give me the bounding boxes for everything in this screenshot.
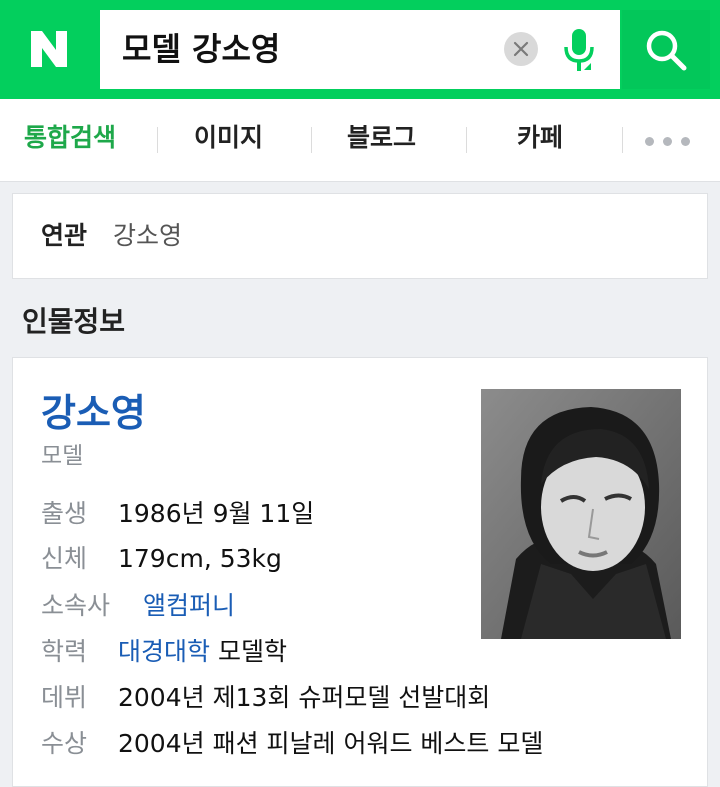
clear-icon[interactable] bbox=[504, 32, 538, 66]
info-value: 2004년 패션 피날레 어워드 베스트 모델 bbox=[118, 729, 544, 758]
top-bar: 모델 강소영 bbox=[0, 0, 720, 99]
info-label: 수상 bbox=[41, 729, 88, 758]
info-value: 1986년 9월 11일 bbox=[118, 499, 315, 528]
tab-integrated-search[interactable]: 통합검색 bbox=[24, 99, 116, 181]
info-value: 179cm, 53kg bbox=[118, 544, 282, 573]
info-row-award: 수상 2004년 패션 피날레 어워드 베스트 모델 bbox=[41, 724, 543, 764]
person-info-card: 강소영 모델 출생 1986년 9월 11일 신체 179cm, 53kg 소속사 앨… bbox=[12, 357, 708, 787]
naver-logo-icon[interactable] bbox=[18, 18, 80, 80]
info-label: 데뷔 bbox=[41, 683, 88, 712]
info-label: 신체 bbox=[41, 544, 88, 573]
info-label: 소속사 bbox=[41, 591, 111, 620]
agency-link[interactable]: 앨컴퍼니 bbox=[143, 591, 235, 620]
search-input[interactable]: 모델 강소영 bbox=[122, 10, 280, 89]
more-icon[interactable] bbox=[645, 137, 690, 146]
tab-divider bbox=[466, 127, 467, 153]
info-row-agency: 소속사 앨컴퍼니 bbox=[41, 586, 235, 626]
tab-divider bbox=[157, 127, 158, 153]
tab-divider bbox=[622, 127, 623, 153]
person-photo[interactable] bbox=[481, 389, 681, 639]
search-box[interactable]: 모델 강소영 bbox=[100, 10, 620, 89]
info-row-debut: 데뷔 2004년 제13회 슈퍼모델 선발대회 bbox=[41, 678, 490, 718]
related-keyword-link[interactable]: 강소영 bbox=[113, 194, 182, 278]
school-link[interactable]: 대경대학 bbox=[118, 637, 210, 666]
info-label: 학력 bbox=[41, 637, 88, 666]
info-value: 2004년 제13회 슈퍼모델 선발대회 bbox=[118, 683, 491, 712]
info-row-body: 신체 179cm, 53kg bbox=[41, 539, 282, 579]
search-icon bbox=[646, 30, 687, 70]
mic-corner-icon bbox=[584, 63, 591, 70]
tab-images[interactable]: 이미지 bbox=[194, 99, 263, 181]
tab-cafe[interactable]: 카페 bbox=[517, 99, 563, 181]
related-label: 연관 bbox=[41, 221, 88, 250]
related-search-box: 연관 강소영 bbox=[12, 193, 708, 279]
tab-divider bbox=[311, 127, 312, 153]
search-button[interactable] bbox=[622, 10, 710, 89]
search-tabs: 통합검색 이미지 블로그 카페 bbox=[0, 99, 720, 182]
mic-icon[interactable] bbox=[557, 22, 601, 80]
info-row-birth: 출생 1986년 9월 11일 bbox=[41, 494, 314, 534]
person-name-link[interactable]: 강소영 bbox=[41, 382, 146, 437]
info-label: 출생 bbox=[41, 499, 88, 528]
tab-blog[interactable]: 블로그 bbox=[347, 99, 416, 181]
info-value: 모델학 bbox=[210, 637, 287, 666]
info-row-education: 학력 대경대학 모델학 bbox=[41, 632, 287, 672]
section-title: 인물정보 bbox=[22, 305, 126, 338]
person-role: 모델 bbox=[41, 443, 84, 469]
